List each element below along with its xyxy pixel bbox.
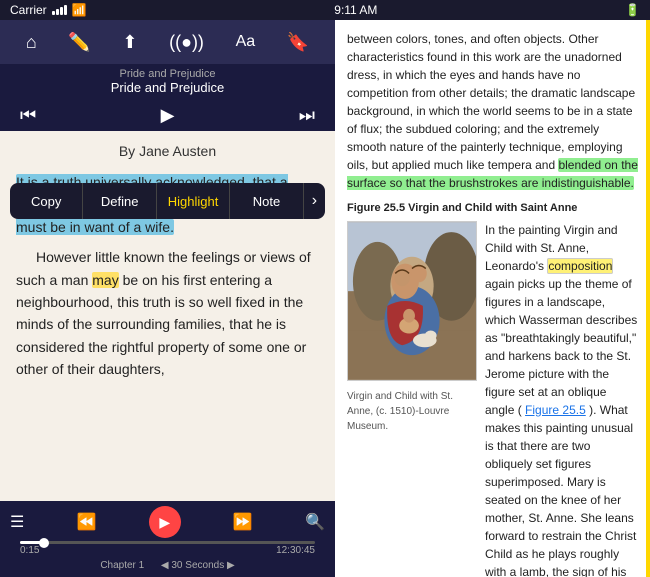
skip-back-icon[interactable]: ⏮ — [20, 105, 36, 126]
yellow-highlight: composition — [547, 258, 613, 274]
status-bar-right: 🔋 — [625, 3, 640, 17]
signal-bars — [52, 5, 67, 15]
progress-bar[interactable] — [20, 541, 315, 544]
figure-link[interactable]: Figure 25.5 — [525, 403, 586, 417]
playback-controls: ⏮ ▶ ⏭ — [0, 99, 335, 131]
signal-bar-2 — [56, 9, 59, 15]
progress-bar-area[interactable]: 0:15 12:30:45 — [10, 539, 325, 560]
player-controls: ☰ ⏪ ▶ ⏩ 🔍 — [10, 505, 325, 539]
yellow-strip — [646, 20, 650, 577]
fast-forward-icon[interactable]: ⏩ — [233, 512, 253, 532]
status-bar-left: Carrier 📶 — [10, 3, 87, 17]
time-end: 12:30:45 — [276, 545, 315, 556]
play-icon: ▶ — [159, 514, 170, 531]
bottom-player: ☰ ⏪ ▶ ⏩ 🔍 0:15 12:30:45 Chapter 1 — [0, 501, 335, 577]
figure-caption: Virgin and Child with St. Anne, (c. 1510… — [347, 389, 477, 434]
highlight-button[interactable]: Highlight — [157, 183, 230, 219]
figure-label: Figure 25.5 Virgin and Child with Saint … — [347, 200, 638, 217]
signal-bar-3 — [60, 7, 63, 15]
menu-icon[interactable]: ☰ — [10, 512, 24, 532]
copy-button[interactable]: Copy — [10, 183, 83, 219]
play-pause-icon[interactable]: ▶ — [161, 105, 175, 126]
article-intro-text: between colors, tones, and often objects… — [347, 30, 638, 192]
book-header: Pride and Prejudice Pride and Prejudice — [0, 64, 335, 99]
share-icon[interactable]: ⬆ — [122, 32, 137, 53]
play-circle-button[interactable]: ▶ — [149, 506, 181, 538]
top-nav: ⌂ ✏️ ⬆ ((●)) Aa 🔖 — [0, 20, 335, 64]
highlighted-word-may: may — [92, 272, 118, 288]
signal-bar-1 — [52, 11, 55, 15]
skip-forward-icon[interactable]: ⏭ — [299, 105, 315, 126]
book-title-main: Pride and Prejudice — [0, 80, 335, 95]
search-icon[interactable]: 🔍 — [305, 512, 325, 532]
author-name: By Jane Austen — [16, 143, 319, 159]
bookmark-icon[interactable]: 🔖 — [287, 32, 309, 53]
chapter-label: Chapter 1 ◀ 30 Seconds ▶ — [10, 560, 325, 573]
reader-content: By Jane Austen Copy Define Highlight Not… — [0, 131, 335, 501]
right-panel-wrapper: between colors, tones, and often objects… — [335, 20, 650, 577]
time-labels: 0:15 12:30:45 — [20, 545, 315, 556]
figure-section: Figure 25.5 Virgin and Child with Saint … — [347, 200, 638, 577]
right-panel: between colors, tones, and often objects… — [335, 20, 650, 577]
painting-svg — [347, 221, 477, 381]
rewind-icon[interactable]: ⏪ — [77, 512, 97, 532]
home-icon[interactable]: ⌂ — [26, 32, 37, 53]
more-arrow[interactable]: › — [304, 192, 325, 210]
time-display: 9:11 AM — [334, 3, 377, 17]
status-bar: Carrier 📶 9:11 AM 🔋 — [0, 0, 650, 20]
font-icon[interactable]: Aa — [236, 33, 256, 51]
carrier-label: Carrier — [10, 3, 47, 17]
main-content: ⌂ ✏️ ⬆ ((●)) Aa 🔖 Pride and Prejudice Pr… — [0, 20, 650, 577]
note-button[interactable]: Note — [230, 183, 303, 219]
context-menu: Copy Define Highlight Note › — [10, 183, 325, 219]
battery-icon: 🔋 — [625, 3, 640, 17]
time-start: 0:15 — [20, 545, 39, 556]
wifi-icon: 📶 — [72, 3, 87, 17]
figure-image: Virgin and Child with St. Anne, (c. 1510… — [347, 221, 477, 434]
progress-thumb[interactable] — [39, 538, 49, 548]
book-title-small: Pride and Prejudice — [0, 68, 335, 80]
audio-icon[interactable]: ((●)) — [169, 32, 204, 53]
figure-layout: Virgin and Child with St. Anne, (c. 1510… — [347, 221, 638, 577]
figure-text: In the painting Virgin and Child with St… — [485, 221, 638, 577]
edit-icon[interactable]: ✏️ — [68, 32, 90, 53]
left-panel: ⌂ ✏️ ⬆ ((●)) Aa 🔖 Pride and Prejudice Pr… — [0, 20, 335, 577]
define-button[interactable]: Define — [83, 183, 156, 219]
signal-bar-4 — [64, 5, 67, 15]
